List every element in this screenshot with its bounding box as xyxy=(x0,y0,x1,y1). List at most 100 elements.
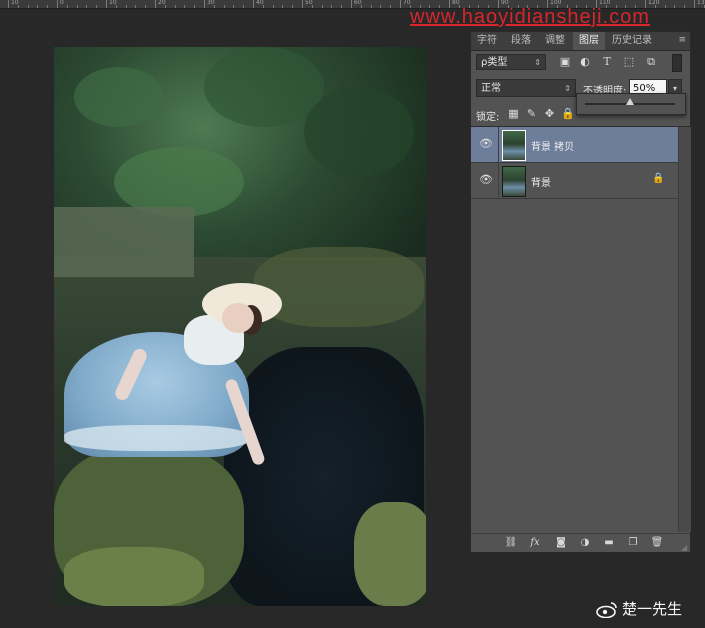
ruler-minor-tick xyxy=(223,5,225,8)
tab-history[interactable]: 历史记录 xyxy=(607,32,657,50)
ruler-minor-tick xyxy=(86,5,88,8)
girl-face xyxy=(222,303,254,333)
adjustment-layer-icon[interactable]: ◑ xyxy=(577,536,593,550)
ruler-minor-tick xyxy=(213,5,215,8)
fx-icon[interactable]: fx xyxy=(527,536,543,550)
ruler-minor-tick xyxy=(125,5,127,8)
ruler-minor-tick xyxy=(96,5,98,8)
panel-menu-icon[interactable]: ≡ xyxy=(678,35,686,45)
layers-bottom-toolbar: ⛓ fx ◙ ◑ ▬ ❐ 🗑 xyxy=(471,533,690,552)
ruler-minor-tick xyxy=(262,5,264,8)
ruler-minor-tick xyxy=(27,5,29,8)
ruler-minor-tick xyxy=(341,5,343,8)
layers-list: 👁 背景 拷贝 👁 背景 🔒 xyxy=(471,127,691,532)
ruler-minor-tick xyxy=(135,5,137,8)
ruler-tick xyxy=(155,0,156,8)
type-filter-icon[interactable]: T xyxy=(599,54,615,70)
layer-thumbnail xyxy=(502,166,526,197)
foliage xyxy=(304,87,414,177)
layer-row-background-copy[interactable]: 👁 背景 拷贝 xyxy=(471,127,678,163)
ruler-minor-tick xyxy=(331,5,333,8)
layer-name[interactable]: 背景 xyxy=(531,174,551,189)
ruler-minor-tick xyxy=(311,5,313,8)
lock-all-icon[interactable]: 🔒 xyxy=(561,107,575,120)
blend-mode-value: 正常 xyxy=(481,83,501,94)
mask-icon[interactable]: ◙ xyxy=(553,536,569,550)
lock-position-move-icon[interactable]: ✥ xyxy=(543,107,556,120)
ruler-tick xyxy=(302,0,303,8)
ruler-minor-tick xyxy=(76,5,78,8)
visibility-eye-icon[interactable]: 👁 xyxy=(479,138,493,150)
ruler-minor-tick xyxy=(233,5,235,8)
layer-lock-icon: 🔒 xyxy=(652,173,665,184)
adjustment-filter-icon[interactable]: ◐ xyxy=(577,54,593,70)
blend-mode-select[interactable]: 正常 ⇕ xyxy=(476,79,576,97)
ruler-minor-tick xyxy=(243,5,245,8)
ruler-minor-tick xyxy=(654,5,656,8)
trash-icon[interactable]: 🗑 xyxy=(649,536,665,550)
ruler-minor-tick xyxy=(321,5,323,8)
mossy-rock xyxy=(64,547,204,606)
layer-row-background[interactable]: 👁 背景 🔒 xyxy=(471,163,678,199)
image-filter-icon[interactable]: ▣ xyxy=(557,54,573,70)
tab-layers[interactable]: 图层 xyxy=(573,32,605,50)
filter-row: ρ类型 ⇕ ▣ ◐ T ⬚ ⧉ xyxy=(471,51,690,75)
ruler-tick xyxy=(106,0,107,8)
visibility-eye-icon[interactable]: 👁 xyxy=(479,174,493,186)
panel-tabs: 字符 段落 调整 图层 历史记录 ≡ xyxy=(471,32,690,51)
ruler-tick xyxy=(204,0,205,8)
tab-character[interactable]: 字符 xyxy=(471,32,503,50)
tab-adjustments[interactable]: 调整 xyxy=(539,32,571,50)
opacity-slider-thumb[interactable] xyxy=(626,98,634,105)
divider xyxy=(498,163,499,198)
ruler-minor-tick xyxy=(17,5,19,8)
lock-transparency-icon[interactable]: ▦ xyxy=(507,107,520,120)
layers-scrollbar[interactable] xyxy=(678,127,691,532)
smart-object-filter-icon[interactable]: ⧉ xyxy=(643,54,659,70)
chevron-updown-icon: ⇕ xyxy=(534,58,541,67)
document-canvas[interactable] xyxy=(54,47,426,606)
divider xyxy=(498,127,499,162)
ruler-tick xyxy=(400,0,401,8)
kind-filter-select[interactable]: ρ类型 ⇕ xyxy=(476,54,546,70)
layer-name[interactable]: 背景 拷贝 xyxy=(531,138,574,153)
credit-text: 楚一先生 xyxy=(622,600,683,618)
ruler-minor-tick xyxy=(37,5,39,8)
new-layer-icon[interactable]: ❐ xyxy=(625,536,641,550)
kind-filter-label: ρ类型 xyxy=(481,57,508,68)
resize-grip-icon[interactable]: ◢ xyxy=(681,543,687,552)
ruler-minor-tick xyxy=(674,5,676,8)
group-icon[interactable]: ▬ xyxy=(601,536,617,550)
ruler-minor-tick xyxy=(360,5,362,8)
lock-label: 锁定: xyxy=(476,112,500,123)
ruler-tick xyxy=(351,0,352,8)
filter-toggle[interactable] xyxy=(672,54,682,72)
ruler-minor-tick xyxy=(380,5,382,8)
ruler-minor-tick xyxy=(370,5,372,8)
ruler-minor-tick xyxy=(664,5,666,8)
ruler-minor-tick xyxy=(292,5,294,8)
ruler-minor-tick xyxy=(272,5,274,8)
foliage xyxy=(204,47,324,127)
layer-thumbnail xyxy=(502,130,526,161)
tab-paragraph[interactable]: 段落 xyxy=(505,32,537,50)
ruler-minor-tick xyxy=(164,5,166,8)
ruler-minor-tick xyxy=(184,5,186,8)
ruler-tick xyxy=(8,0,9,8)
lock-image-brush-icon[interactable]: ✎ xyxy=(525,107,538,120)
ruler-minor-tick xyxy=(282,5,284,8)
ruler-tick xyxy=(253,0,254,8)
ruler-tick xyxy=(694,0,695,8)
ruler-minor-tick xyxy=(390,5,392,8)
opacity-slider-popup xyxy=(576,93,686,115)
ruler-label: 0 xyxy=(60,0,64,6)
dress-frill xyxy=(64,425,249,451)
ruler-minor-tick xyxy=(684,5,686,8)
ruler-minor-tick xyxy=(115,5,117,8)
shape-filter-icon[interactable]: ⬚ xyxy=(621,54,637,70)
ruler-minor-tick xyxy=(66,5,68,8)
link-layers-icon[interactable]: ⛓ xyxy=(503,536,519,550)
chevron-updown-icon: ⇕ xyxy=(564,84,571,93)
weibo-logo-icon xyxy=(596,602,617,618)
website-watermark: www.haoyidiansheji.com xyxy=(410,6,650,28)
